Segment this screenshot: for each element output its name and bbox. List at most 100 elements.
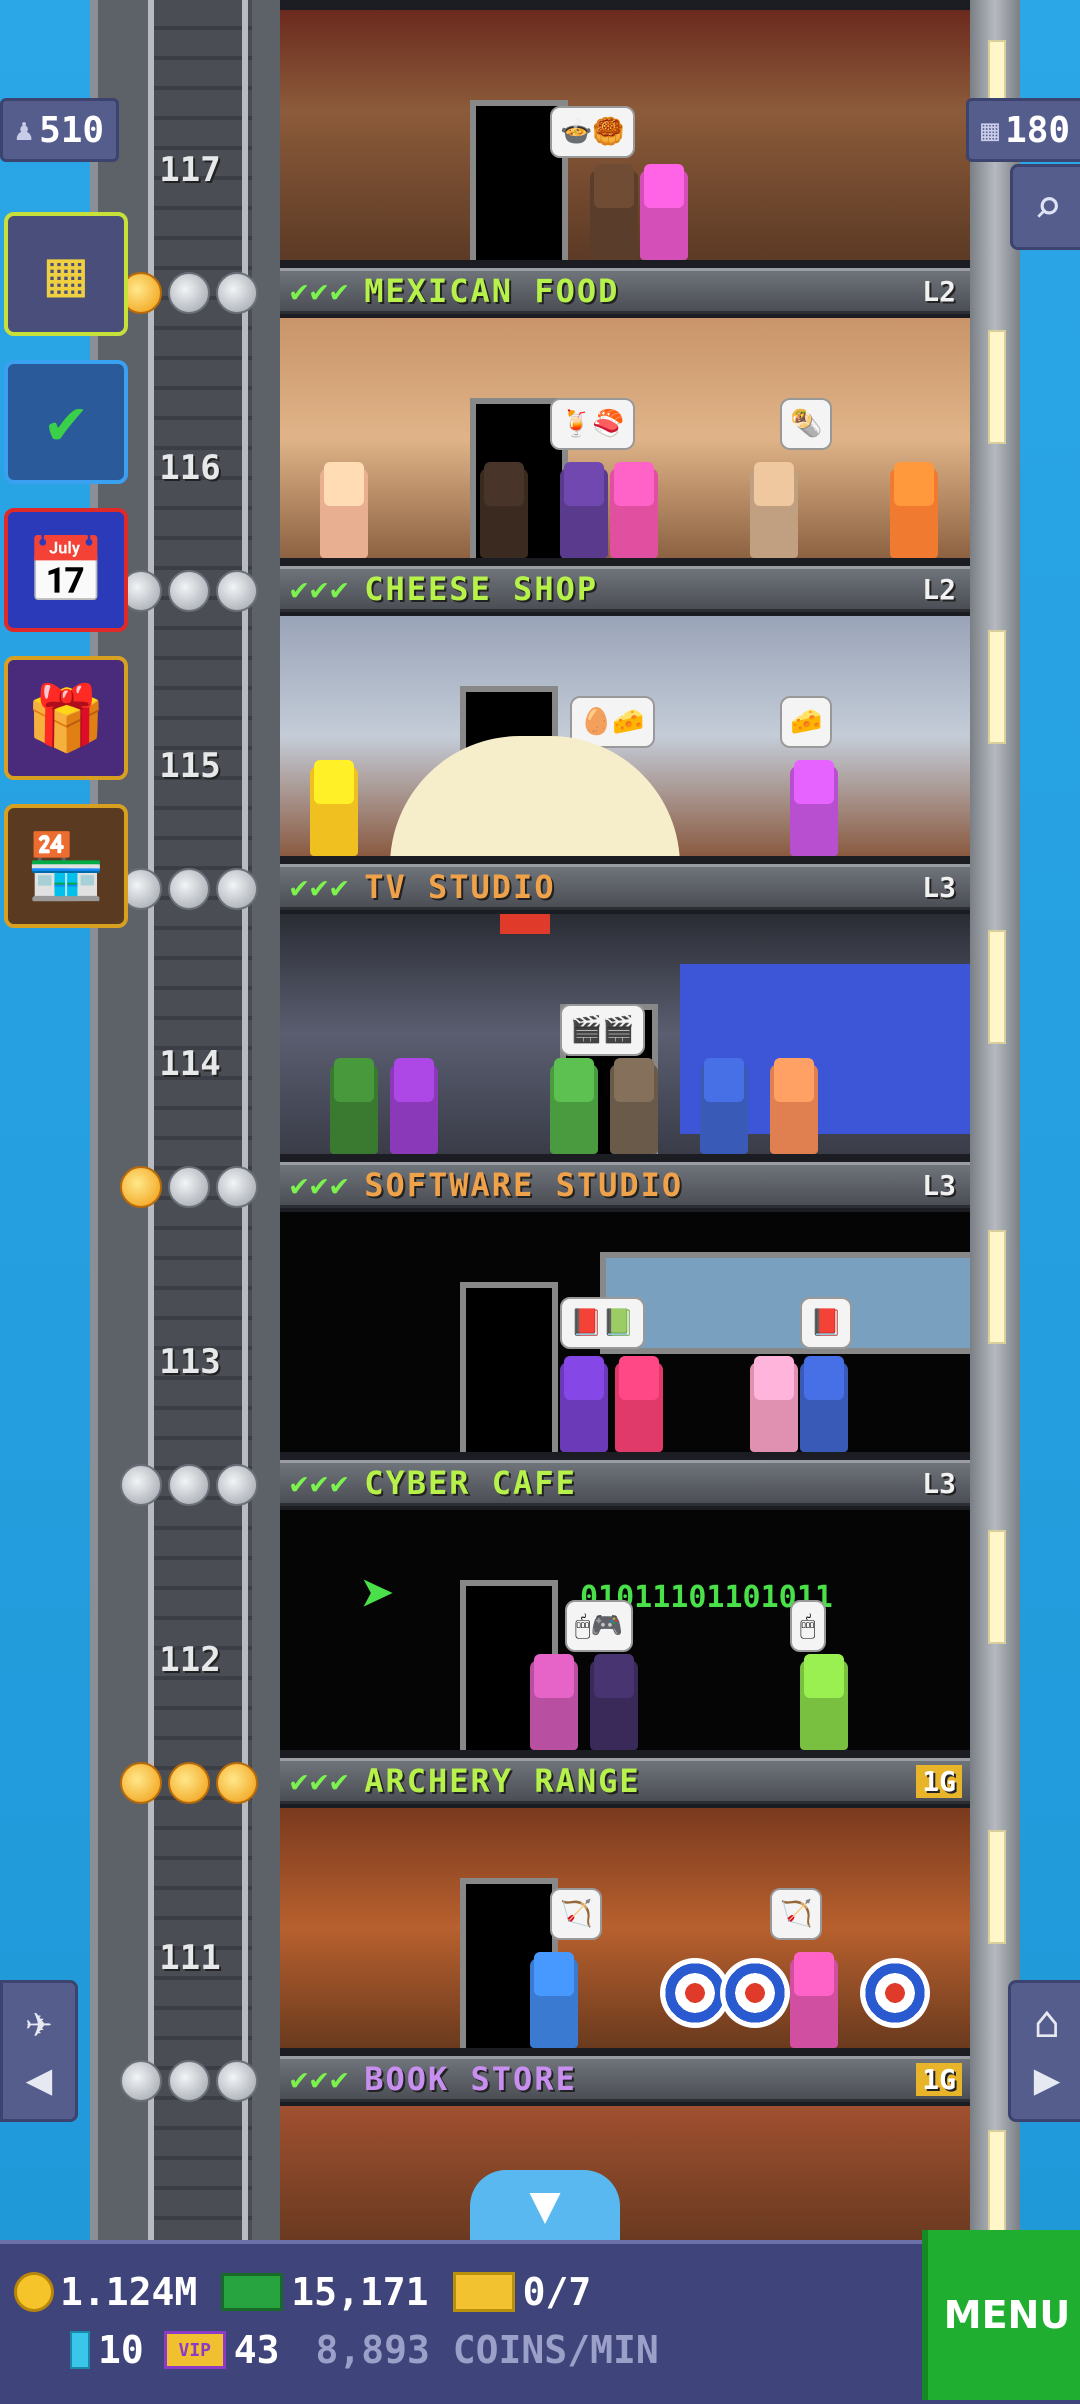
bitizen[interactable]: [615, 1362, 663, 1452]
floor-sign[interactable]: ✔✔✔ CHEESE SHOP L2: [280, 566, 970, 612]
request-bubble[interactable]: 📕: [800, 1297, 853, 1349]
plane-icon: ✈: [25, 1997, 53, 2048]
bitizen[interactable]: [560, 468, 608, 558]
request-bubble[interactable]: 🖱: [790, 1600, 826, 1652]
bitizen[interactable]: [770, 1064, 818, 1154]
request-bubble[interactable]: 📕📗: [560, 1297, 645, 1349]
floor-room-116[interactable]: 🍹🍣 🌯: [280, 318, 970, 558]
request-bubble[interactable]: 🖱🎮: [565, 1600, 633, 1652]
floor-room-115[interactable]: 🥚🧀 🧀: [280, 616, 970, 856]
floor-sign[interactable]: ✔✔✔ TV STUDIO L3: [280, 864, 970, 910]
bitizen[interactable]: [550, 1064, 598, 1154]
star-icon: [168, 2060, 210, 2102]
floor-sign[interactable]: ✔✔✔ CYBER CAFE L3: [280, 1460, 970, 1506]
floor-sign[interactable]: ✔✔✔ ARCHERY RANGE 1G: [280, 1758, 970, 1804]
star-icon: [216, 1762, 258, 1804]
bitizen[interactable]: [320, 468, 368, 558]
floor-room-113[interactable]: 📕📗 📕: [280, 1212, 970, 1452]
request-bubble[interactable]: 🏹: [550, 1888, 603, 1940]
bitizen[interactable]: [890, 468, 938, 558]
ticket-icon: [452, 2272, 515, 2312]
floor-stars: [120, 1762, 258, 1804]
floor-sign[interactable]: ✔✔✔ SOFTWARE STUDIO L3: [280, 1162, 970, 1208]
floor-name: ARCHERY RANGE: [364, 1762, 641, 1800]
floor-room-111[interactable]: 🏹 🏹: [280, 1808, 970, 2048]
request-bubble[interactable]: 🌯: [780, 398, 833, 450]
bitizen[interactable]: [390, 1064, 438, 1154]
floor-stars: [120, 868, 258, 910]
request-bubble[interactable]: 🏹: [770, 1888, 823, 1940]
floor-number: 117: [159, 150, 221, 190]
floor-sign[interactable]: ✔✔✔ MEXICAN FOOD L2: [280, 268, 970, 314]
floor-number: 116: [159, 448, 221, 488]
bitizen[interactable]: [590, 1660, 638, 1750]
bitizen[interactable]: [480, 468, 528, 558]
coin-rate: 8,893 COINS/MIN: [315, 2328, 659, 2372]
floor-level-badge: 1G: [916, 2062, 962, 2096]
bitizen[interactable]: [310, 766, 358, 856]
floor-sign[interactable]: ✔✔✔ BOOK STORE 1G: [280, 2056, 970, 2102]
bitizen[interactable]: [640, 170, 688, 260]
calendar-button[interactable]: 📅: [4, 508, 128, 632]
request-bubble[interactable]: 🎬🎬: [560, 1004, 645, 1056]
market-button[interactable]: 🏪: [4, 804, 128, 928]
building-icon: ▦: [981, 112, 1000, 148]
tower-right-wall: [970, 0, 1020, 2244]
parachute[interactable]: [390, 736, 680, 856]
search-button[interactable]: ⌕: [1010, 164, 1080, 250]
floor-room-117[interactable]: 🍲🥮: [280, 10, 970, 260]
star-icon: [120, 2060, 162, 2102]
floor-number: 114: [159, 1044, 221, 1084]
floor-room-114[interactable]: 🎬🎬 📺: [280, 914, 970, 1154]
floor-count-counter[interactable]: ▦ 180: [966, 98, 1080, 162]
request-bubble[interactable]: 🍹🍣: [550, 398, 635, 450]
bitizen[interactable]: [800, 1660, 848, 1750]
airport-button[interactable]: ✈ ◀: [0, 1980, 78, 2122]
floor-name: TV STUDIO: [364, 868, 556, 906]
wall-window: [988, 1530, 1006, 1644]
bitizen[interactable]: [530, 1958, 578, 2048]
cursor-icon: ➤: [360, 1560, 397, 1630]
floor-room-110[interactable]: [280, 2106, 970, 2240]
floor-name: BOOK STORE: [364, 2060, 577, 2098]
check-icon: ✔✔✔: [290, 1465, 351, 1501]
floor-stars: [120, 272, 258, 314]
bitizen[interactable]: [700, 1064, 748, 1154]
bitizen[interactable]: [750, 1362, 798, 1452]
tasks-icon: ✔: [46, 385, 86, 459]
gift-box[interactable]: [500, 914, 550, 934]
bitizen[interactable]: [610, 1064, 658, 1154]
bitizen[interactable]: [800, 1362, 848, 1452]
chevron-right-icon: ▶: [1033, 2054, 1061, 2105]
build-floor-button[interactable]: ▦: [4, 212, 128, 336]
floor-room-112[interactable]: 01011101101011 🖱🎮 🖱 ➤: [280, 1510, 970, 1750]
star-icon: [168, 570, 210, 612]
person-icon: ♟: [15, 112, 34, 148]
request-bubble[interactable]: 🧀: [780, 696, 833, 748]
search-icon: ⌕: [1033, 179, 1063, 235]
bitizen[interactable]: [560, 1362, 608, 1452]
elevator-shaft[interactable]: [90, 0, 296, 2240]
request-bubble[interactable]: 🍲🥮: [550, 106, 635, 158]
scroll-down-button[interactable]: ▼: [470, 2170, 620, 2240]
menu-button[interactable]: MENU: [922, 2230, 1080, 2400]
star-icon: [168, 272, 210, 314]
bitizen[interactable]: [790, 1958, 838, 2048]
floor-number: 111: [159, 1938, 221, 1978]
population-counter[interactable]: ♟ 510: [0, 98, 120, 162]
bitizen[interactable]: [530, 1660, 578, 1750]
gift-button[interactable]: 🎁: [4, 656, 128, 780]
bitizen[interactable]: [590, 170, 638, 260]
floor-name: CHEESE SHOP: [364, 570, 599, 608]
floor-number: 115: [159, 746, 221, 786]
bitizen[interactable]: [790, 766, 838, 856]
bitizen[interactable]: [610, 468, 658, 558]
missions-button[interactable]: ✔: [4, 360, 128, 484]
lobby-button[interactable]: ⌂ ▶: [1008, 1980, 1080, 2122]
bitizen[interactable]: [750, 468, 798, 558]
bitizen[interactable]: [330, 1064, 378, 1154]
wall-window: [988, 330, 1006, 444]
gem-icon: [70, 2331, 90, 2369]
chevron-left-icon: ◀: [25, 2054, 53, 2105]
bux-icon: [221, 2273, 284, 2311]
